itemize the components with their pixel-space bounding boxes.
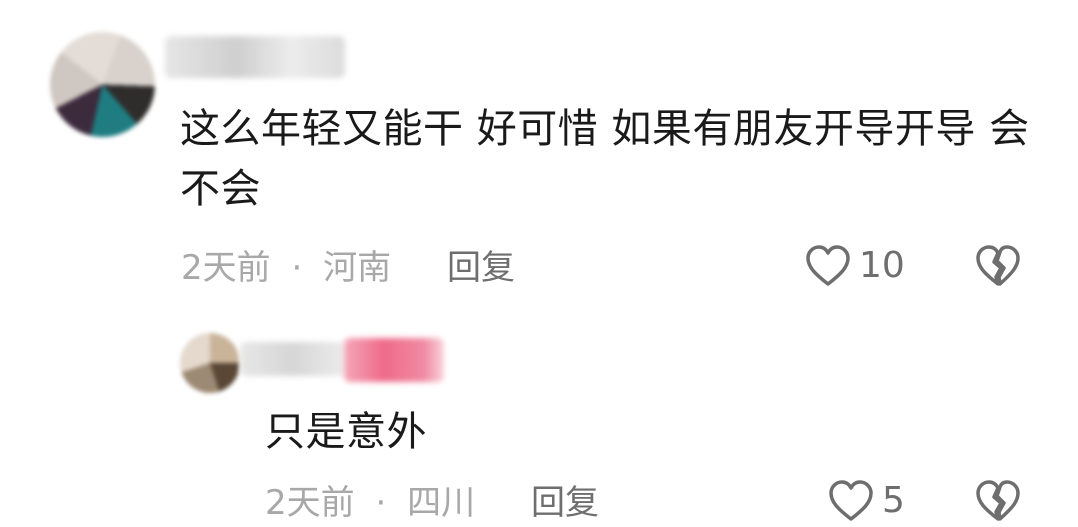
reply-username-blurred[interactable] (240, 342, 345, 376)
meta-separator: · (375, 483, 387, 523)
broken-heart-icon[interactable] (975, 244, 1021, 288)
heart-outline-icon (805, 244, 851, 288)
comment-location: 河南 (323, 248, 392, 288)
broken-heart-icon[interactable] (975, 479, 1021, 523)
comment-time: 2天前 (181, 248, 271, 288)
reply-text: 只是意外 (265, 409, 427, 455)
like-count: 10 (859, 245, 905, 286)
reply-avatar[interactable] (180, 333, 240, 393)
username-blurred[interactable] (165, 36, 345, 78)
reply-like-button[interactable]: 5 (828, 479, 905, 523)
reply-reply-button[interactable]: 回复 (531, 481, 599, 525)
like-button[interactable]: 10 (805, 244, 905, 288)
reply-location: 四川 (407, 483, 476, 523)
reply-meta: 2天前 · 四川 (265, 481, 475, 525)
comment-text: 这么年轻又能干 好可惜 如果有朋友开导开导 会不会 (180, 106, 1030, 212)
reply-button[interactable]: 回复 (447, 246, 515, 290)
reply-like-count: 5 (882, 480, 905, 521)
reply-username-tag-blurred (344, 338, 444, 382)
reply-time: 2天前 (265, 483, 355, 523)
heart-outline-icon (828, 479, 874, 523)
comment-meta: 2天前 · 河南 (181, 246, 391, 290)
meta-separator: · (291, 248, 303, 288)
avatar[interactable] (50, 32, 155, 137)
